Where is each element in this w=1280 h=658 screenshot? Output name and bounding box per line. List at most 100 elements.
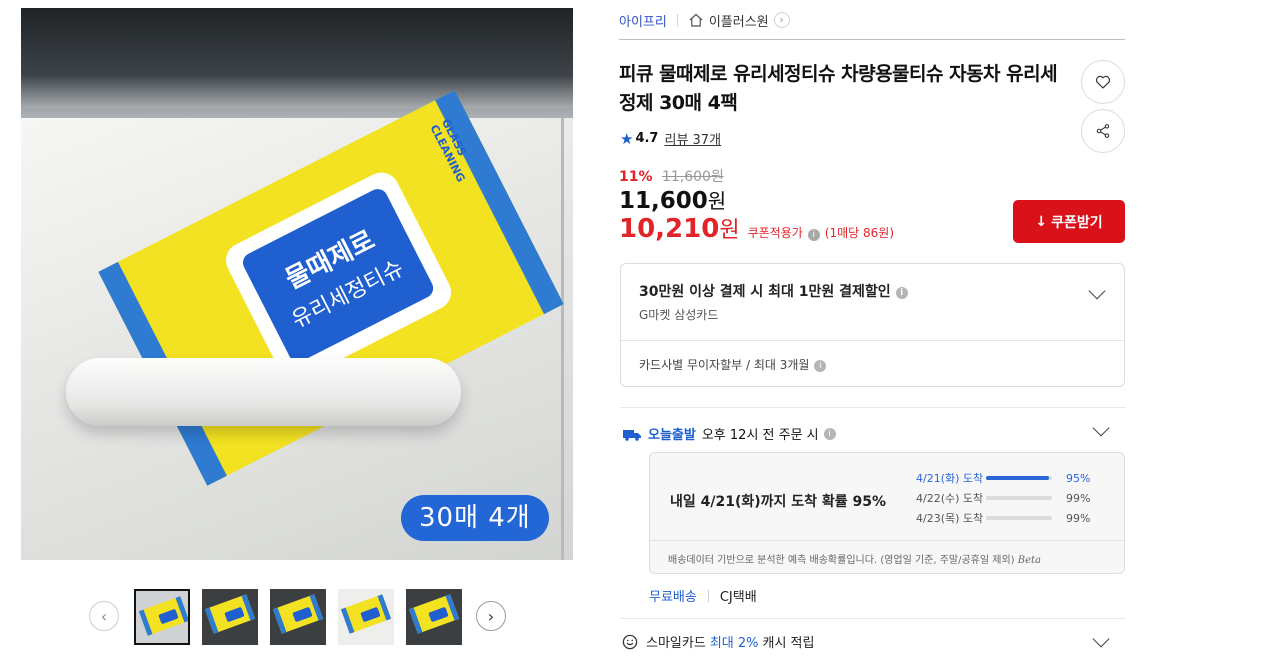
coupon-price-label: 쿠폰적용가 — [747, 226, 803, 240]
thumbnail-4[interactable] — [338, 589, 394, 645]
probability-row: 4/23(목) 도착 99% — [916, 510, 1096, 526]
discount-row: 11% 11,600원 — [619, 166, 724, 186]
probability-date: 4/23(목) 도착 — [916, 512, 984, 525]
free-shipping-row: 무료배송 CJ택배 — [649, 586, 757, 605]
installment-info: 카드사별 무이자할부 / 최대 3개월 i — [639, 356, 827, 373]
card-discount-box[interactable]: 30만원 이상 결제 시 최대 1만원 결제할인 i G마켓 삼성카드 카드사별 … — [620, 263, 1125, 387]
shipping-divider — [707, 589, 709, 602]
home-icon — [689, 13, 703, 27]
coupon-price: 10,210 원 쿠폰적용가 i (1매당 86원) — [619, 212, 894, 244]
info-icon[interactable]: i — [895, 287, 908, 299]
probability-date: 4/21(화) 도착 — [916, 472, 984, 485]
coupon-price-value: 10,210 — [619, 214, 720, 244]
get-coupon-label: 쿠폰받기 — [1051, 214, 1103, 231]
chevron-right-icon: › — [487, 606, 495, 626]
probability-bar — [986, 496, 1052, 500]
probability-percent: 95% — [1066, 471, 1091, 485]
thumbnail-1[interactable] — [134, 589, 190, 645]
thumbnail-prev-button[interactable]: ‹ — [89, 601, 119, 631]
coupon-price-unit: 원 — [719, 218, 740, 243]
delivery-probability-box: 내일 4/21(화)까지 도착 확률 95% 4/21(화) 도착 95% 4/… — [649, 452, 1125, 574]
probability-date: 4/22(수) 도착 — [916, 492, 984, 505]
breadcrumb: 아이프리 이플러스원 › — [619, 10, 790, 30]
get-coupon-button[interactable]: ↓ 쿠폰받기 — [1013, 200, 1125, 243]
original-price: 11,600원 — [661, 169, 724, 185]
share-icon — [1096, 124, 1110, 138]
card-discount-title-text: 30만원 이상 결제 시 최대 1만원 결제할인 — [639, 284, 891, 300]
sale-price-unit: 원 — [707, 189, 727, 213]
carrier-name: CJ택배 — [719, 590, 757, 605]
delivery-box-divider — [650, 540, 1124, 541]
image-window-trim — [21, 108, 573, 118]
share-button[interactable] — [1081, 109, 1125, 153]
heart-icon — [1095, 75, 1111, 89]
info-icon[interactable]: i — [823, 427, 836, 440]
thumbnail-pouch — [340, 594, 392, 634]
star-icon: ★ — [620, 129, 634, 148]
pouch-side-text: GLASS CLEANING — [427, 116, 469, 185]
thumbnail-pouch — [408, 594, 460, 634]
probability-percent: 99% — [1066, 491, 1091, 505]
chevron-left-icon: ‹ — [100, 606, 108, 626]
product-title: 피큐 물때제로 유리세정티슈 차량용물티슈 자동차 유리세정제 30매 4팩 — [619, 63, 1058, 114]
card-discount-card-name: G마켓 삼성카드 — [639, 308, 719, 322]
sale-price: 11,600원 — [619, 185, 726, 214]
today-shipping-label: 오늘출발 — [648, 428, 696, 443]
breadcrumb-store-link[interactable]: 아이프리 — [619, 11, 667, 30]
breadcrumb-home-link[interactable]: 이플러스원 — [709, 11, 769, 30]
beta-label: Beta — [1017, 555, 1041, 566]
wishlist-button[interactable] — [1081, 60, 1125, 104]
smile-card-row[interactable]: 스마일카드 최대 2% 캐시 적립 — [622, 632, 814, 651]
thumbnail-2[interactable] — [202, 589, 258, 645]
today-shipping-row: 오늘출발 오후 12시 전 주문 시 i — [622, 424, 836, 443]
delivery-note-text: 배송데이터 기반으로 분석한 예측 배송확률입니다. (영업일 기준, 주말/공… — [668, 555, 1015, 566]
rating-summary: ★ 4.7 리뷰 37개 — [620, 129, 721, 149]
probability-bar-fill — [986, 476, 1049, 480]
chevron-down-icon[interactable] — [1092, 419, 1110, 437]
today-shipping-desc: 오후 12시 전 주문 시 — [701, 428, 819, 443]
review-count-link[interactable]: 리뷰 37개 — [664, 129, 721, 148]
installment-text: 카드사별 무이자할부 / 최대 3개월 — [639, 358, 810, 372]
image-door-handle — [66, 358, 461, 426]
image-quantity-badge: 30매 4개 — [401, 495, 549, 541]
section-divider — [620, 407, 1126, 408]
thumbnail-3[interactable] — [270, 589, 326, 645]
sale-price-value: 11,600 — [619, 188, 708, 214]
probability-bar — [986, 516, 1052, 520]
card-discount-title: 30만원 이상 결제 시 최대 1만원 결제할인 i — [639, 281, 908, 301]
thumbnail-label — [158, 608, 179, 625]
smile-card-suffix: 캐시 적립 — [762, 636, 815, 651]
card-box-divider — [621, 340, 1124, 341]
rating-score: 4.7 — [635, 131, 659, 146]
chevron-down-icon[interactable] — [1088, 282, 1106, 300]
delivery-note: 배송데이터 기반으로 분석한 예측 배송확률입니다. (영업일 기준, 주말/공… — [668, 551, 1041, 566]
truck-icon — [623, 429, 641, 441]
info-icon[interactable]: i — [807, 229, 820, 241]
delivery-main-text: 내일 4/21(화)까지 도착 확률 95% — [670, 494, 887, 510]
thumbnail-pouch — [204, 594, 256, 634]
thumbnail-label — [428, 606, 449, 623]
thumbnail-label — [224, 606, 245, 623]
probability-row: 4/22(수) 도착 99% — [916, 490, 1096, 506]
probability-percent: 99% — [1066, 511, 1091, 525]
breadcrumb-divider — [676, 13, 678, 27]
thumbnail-5[interactable] — [406, 589, 462, 645]
chevron-right-icon[interactable]: › — [773, 12, 790, 28]
probability-bar-fill — [986, 516, 1052, 520]
thumbnail-next-button[interactable]: › — [476, 601, 506, 631]
download-arrow-icon: ↓ — [1035, 213, 1048, 230]
smile-card-rate: 최대 2% — [709, 636, 759, 651]
image-door-seam — [561, 118, 564, 560]
thumbnail-pouch — [272, 594, 324, 634]
chevron-down-icon[interactable] — [1092, 630, 1110, 648]
unit-price: (1매당 86원) — [824, 226, 894, 240]
thumbnail-label — [360, 606, 381, 623]
discount-rate: 11% — [619, 169, 653, 185]
smile-icon — [622, 634, 638, 649]
thumbnail-pouch — [138, 596, 188, 636]
breadcrumb-divider-line — [619, 39, 1125, 40]
product-main-image[interactable]: 물때제로 유리세정티슈 GLASS CLEANING 30매 4개 — [21, 8, 573, 560]
thumbnail-label — [292, 606, 313, 623]
info-icon[interactable]: i — [814, 360, 827, 372]
section-divider — [620, 618, 1126, 619]
